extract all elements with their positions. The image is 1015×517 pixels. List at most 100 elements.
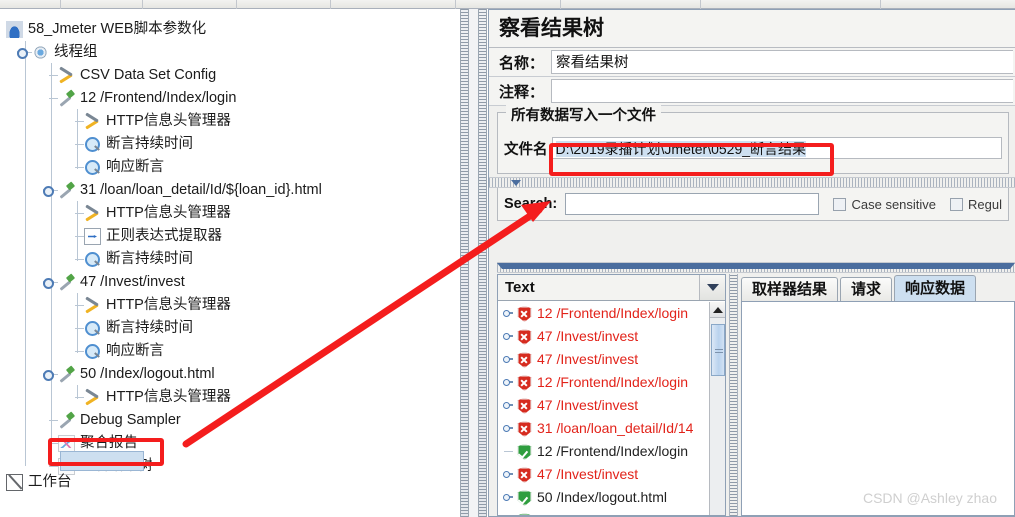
regular-expression-checkbox[interactable]: Regul xyxy=(950,197,1002,212)
tree-node[interactable]: 断言持续时间 xyxy=(0,133,456,156)
search-input[interactable] xyxy=(565,193,820,215)
result-row[interactable]: 47 /Invest/invest xyxy=(498,394,709,417)
filename-label: 文件名 xyxy=(504,141,548,158)
comment-field-row: 注释： xyxy=(489,77,1015,106)
magnifier-icon xyxy=(84,251,101,268)
tree-expand-handle[interactable] xyxy=(503,332,513,341)
scrollbar-thumb[interactable] xyxy=(711,324,725,376)
graph-icon xyxy=(58,435,75,452)
tree-expand-handle[interactable] xyxy=(503,355,513,364)
tree-node-label: 58_Jmeter WEB脚本参数化 xyxy=(28,21,207,37)
result-row[interactable]: 47 /Invest/invest xyxy=(498,325,709,348)
tree-node[interactable]: 断言持续时间 xyxy=(0,317,456,340)
tree-node[interactable]: CSV Data Set Config xyxy=(0,64,456,87)
checkbox-box[interactable] xyxy=(950,197,964,211)
toolbar-strip xyxy=(0,0,1015,9)
tree-expand-handle[interactable] xyxy=(503,309,513,318)
tree-node[interactable]: 58_Jmeter WEB脚本参数化 xyxy=(0,18,456,41)
tree-connector xyxy=(75,213,84,214)
tree-expand-handle[interactable] xyxy=(43,369,54,381)
test-plan-tree[interactable]: 58_Jmeter WEB脚本参数化线程组 CSV Data Set Config… xyxy=(0,9,456,517)
result-row[interactable]: 12 /Frontend/Index/login xyxy=(498,371,709,394)
error-shield-icon xyxy=(517,375,532,391)
renderer-value: Text xyxy=(505,279,535,296)
tree-expand-handle[interactable] xyxy=(17,47,28,59)
result-detail-tabs: 取样器结果 请求 响应数据 xyxy=(741,274,1015,516)
tree-leaf-connector xyxy=(503,447,513,456)
filename-input[interactable]: D:\2019录播计划\Jmeter\0529_断言结果 xyxy=(551,137,1002,159)
tree-expand-handle[interactable] xyxy=(503,424,513,433)
result-row-label: 12 /Frontend/Index/login xyxy=(537,443,688,459)
result-row[interactable]: 47 /Invest/invest xyxy=(498,463,709,486)
tree-connector xyxy=(75,305,84,306)
error-shield-icon xyxy=(517,398,532,414)
splitter-gap xyxy=(469,9,478,517)
tree-expand-handle[interactable] xyxy=(503,401,513,410)
scroll-up-icon[interactable] xyxy=(710,302,725,318)
tree-expand-handle[interactable] xyxy=(503,378,513,387)
tree-node[interactable]: 线程组 xyxy=(0,41,456,64)
tree-expand-handle[interactable] xyxy=(503,493,513,502)
tree-node-label: HTTP信息头管理器 xyxy=(106,297,231,313)
result-row-label: 47 /Invest/invest xyxy=(537,351,639,367)
result-row[interactable]: 12 /Frontend/Index/login xyxy=(498,440,709,463)
tree-node[interactable]: HTTP信息头管理器 xyxy=(0,202,456,225)
tree-node[interactable]: 工作台 xyxy=(0,471,456,494)
tree-node[interactable]: Debug Sampler xyxy=(0,409,456,432)
panel-splitter-right[interactable] xyxy=(478,9,487,517)
result-row[interactable]: Debug Sampler xyxy=(498,509,709,515)
tree-node-label: CSV Data Set Config xyxy=(80,67,217,83)
sampler-icon xyxy=(58,90,75,107)
jmeter-window: 58_Jmeter WEB脚本参数化线程组 CSV Data Set Config… xyxy=(0,0,1015,517)
tree-node[interactable]: 断言持续时间 xyxy=(0,248,456,271)
result-row[interactable]: 31 /loan/loan_detail/Id/14 xyxy=(498,417,709,440)
tree-node[interactable]: HTTP信息头管理器 xyxy=(0,386,456,409)
tab-3[interactable]: 响应数据 xyxy=(894,275,977,301)
tree-expand-handle[interactable] xyxy=(503,470,513,479)
tree-node-label: 断言持续时间 xyxy=(106,136,193,152)
magnifier-icon xyxy=(84,320,101,337)
tree-node[interactable]: 12 /Frontend/Index/login xyxy=(0,87,456,110)
renderer-combobox[interactable]: Text xyxy=(498,275,725,301)
tree-expand-handle[interactable] xyxy=(43,185,54,197)
sampler-icon xyxy=(58,182,75,199)
tree-connector xyxy=(75,259,84,260)
case-sensitive-checkbox[interactable]: Case sensitive xyxy=(833,197,936,212)
tree-expand-handle[interactable] xyxy=(43,277,54,289)
tree-node-label: 31 /loan/loan_detail/Id/${loan_id}.html xyxy=(80,182,322,198)
comment-input[interactable] xyxy=(551,79,1013,103)
tree-node[interactable]: 正则表达式提取器 xyxy=(0,225,456,248)
result-list-box: Text 12 /Frontend/Index/login 47 /Invest/… xyxy=(497,274,726,516)
name-input[interactable]: 察看结果树 xyxy=(551,50,1013,74)
tree-connector xyxy=(75,121,84,122)
tree-node[interactable]: 响应断言 xyxy=(0,340,456,363)
result-row[interactable]: 50 /Index/logout.html xyxy=(498,486,709,509)
tree-node-label: HTTP信息头管理器 xyxy=(106,205,231,221)
results-inner-splitter[interactable] xyxy=(729,274,738,516)
error-shield-icon xyxy=(517,467,532,483)
tree-node-label: 工作台 xyxy=(28,474,72,490)
tree-node[interactable]: HTTP信息头管理器 xyxy=(0,294,456,317)
result-row[interactable]: 47 /Invest/invest xyxy=(498,348,709,371)
lower-split-handle[interactable] xyxy=(497,262,1015,273)
tree-node[interactable]: HTTP信息头管理器 xyxy=(0,110,456,133)
result-row-label: 47 /Invest/invest xyxy=(537,397,639,413)
tree-node[interactable]: 47 /Invest/invest xyxy=(0,271,456,294)
panel-splitter-left[interactable] xyxy=(460,9,469,517)
result-list[interactable]: 12 /Frontend/Index/login 47 /Invest/inves… xyxy=(498,302,709,515)
tree-node[interactable]: 响应断言 xyxy=(0,156,456,179)
collapse-down-icon[interactable] xyxy=(511,180,521,186)
tree-node[interactable]: 31 /loan/loan_detail/Id/${loan_id}.html xyxy=(0,179,456,202)
chevron-down-icon[interactable] xyxy=(699,275,725,300)
checkbox-box[interactable] xyxy=(833,197,847,211)
upper-split-handle[interactable] xyxy=(489,177,1015,188)
result-list-scrollbar[interactable] xyxy=(709,302,725,515)
tree-node-label: 47 /Invest/invest xyxy=(80,274,185,290)
tab-1[interactable]: 取样器结果 xyxy=(741,277,839,301)
tree-node[interactable]: 50 /Index/logout.html xyxy=(0,363,456,386)
result-row[interactable]: 12 /Frontend/Index/login xyxy=(498,302,709,325)
write-all-data-groupbox: 所有数据写入一个文件 文件名 D:\2019录播计划\Jmeter\0529_断… xyxy=(497,104,1009,174)
tab-2[interactable]: 请求 xyxy=(840,277,893,301)
collapse-down-icon[interactable] xyxy=(497,263,1015,269)
error-shield-icon xyxy=(517,329,532,345)
